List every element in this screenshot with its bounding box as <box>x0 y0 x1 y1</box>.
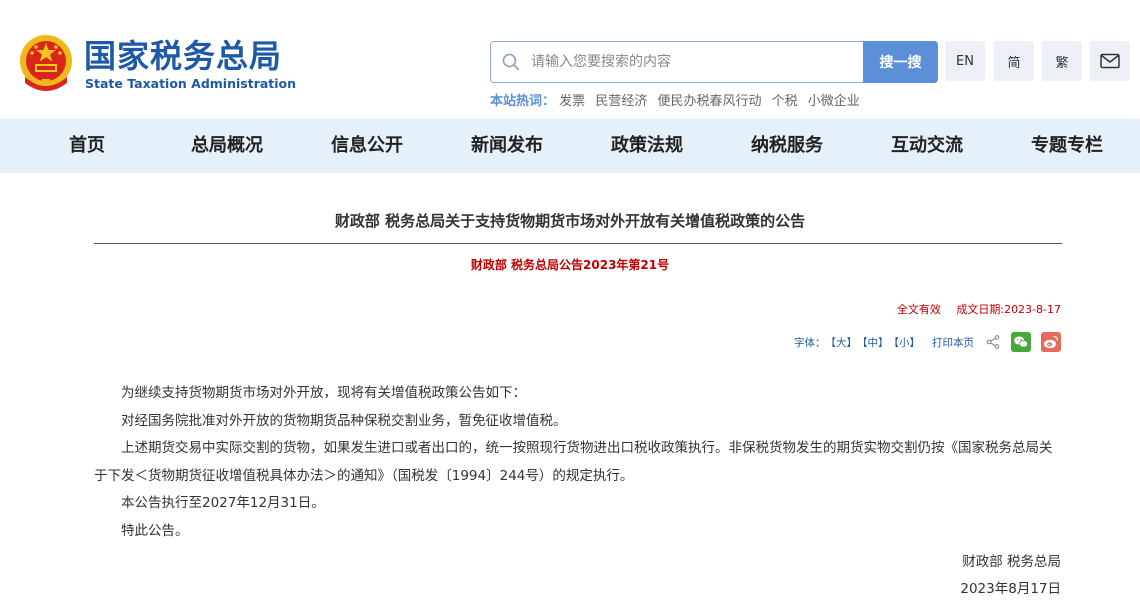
wechat-icon[interactable] <box>1011 332 1031 352</box>
share-icon[interactable] <box>986 335 1000 349</box>
language-simplified-button[interactable]: 简 <box>994 41 1034 81</box>
mail-button[interactable] <box>1090 41 1130 81</box>
hot-word-small-enterprise[interactable]: 小微企业 <box>808 94 860 109</box>
search-button[interactable]: 搜一搜 <box>863 41 938 83</box>
font-small-button[interactable]: 【小】 <box>889 335 921 350</box>
search-box: 搜一搜 <box>490 41 938 83</box>
hot-word-individual-tax[interactable]: 个税 <box>772 94 798 109</box>
nav-item-tax-service[interactable]: 纳税服务 <box>751 119 823 173</box>
written-date: 成文日期:2023-8-17 <box>956 303 1061 316</box>
main-nav: 首页 总局概况 信息公开 新闻发布 政策法规 纳税服务 互动交流 专题专栏 <box>0 119 1140 173</box>
national-emblem-icon[interactable] <box>17 33 75 93</box>
paragraph: 为继续支持货物期货市场对外开放，现将有关增值税政策公告如下： <box>121 385 526 401</box>
title-divider <box>94 243 1062 244</box>
language-traditional-button[interactable]: 繁 <box>1042 41 1082 81</box>
site-logo-title[interactable]: 国家税务总局 <box>84 36 282 76</box>
paragraph: 对经国务院批准对外开放的货物期货品种保税交割业务，暂免征收增值税。 <box>121 412 567 429</box>
print-button[interactable]: 打印本页 <box>932 335 974 350</box>
signature-date: 2023年8月17日 <box>960 581 1061 597</box>
hot-words: 本站热词： 发票 民营经济 便民办税春风行动 个税 小微企业 <box>490 93 866 111</box>
nav-item-news[interactable]: 新闻发布 <box>471 119 543 173</box>
font-medium-button[interactable]: 【中】 <box>857 335 889 350</box>
font-large-button[interactable]: 【大】 <box>826 335 858 350</box>
article-tools: 字体： 【大】 【中】 【小】 打印本页 <box>794 331 1061 353</box>
article-body: 为继续支持货物期货市场对外开放，现将有关增值税政策公告如下： 对经国务院批准对外… <box>94 380 1062 545</box>
nav-item-policy[interactable]: 政策法规 <box>611 119 683 173</box>
weibo-icon[interactable] <box>1041 332 1061 352</box>
nav-item-info-disclosure[interactable]: 信息公开 <box>331 119 403 173</box>
hot-word-spring-breeze[interactable]: 便民办税春风行动 <box>657 94 761 109</box>
paragraph: 特此公告。 <box>121 522 189 539</box>
hot-word-invoice[interactable]: 发票 <box>559 94 585 109</box>
nav-item-overview[interactable]: 总局概况 <box>191 119 263 173</box>
site-logo-subtitle[interactable]: State Taxation Administration <box>85 76 296 92</box>
validity-status: 全文有效 <box>896 303 941 316</box>
font-size-label: 字体： <box>794 336 826 349</box>
hot-words-label: 本站热词： <box>490 94 556 109</box>
article-meta: 全文有效 成文日期:2023-8-17 <box>885 302 1061 318</box>
search-input[interactable] <box>531 48 851 76</box>
hot-word-private-economy[interactable]: 民营经济 <box>595 94 647 109</box>
language-en-button[interactable]: EN <box>945 41 985 81</box>
site-header: 国家税务总局 State Taxation Administration 搜一搜… <box>0 0 1140 119</box>
signature-issuer: 财政部 税务总局 <box>962 554 1061 570</box>
paragraph: 上述期货交易中实际交割的货物，如果发生进口或者出口的，统一按照现行货物进出口税收… <box>94 440 1053 484</box>
mail-icon <box>1100 53 1120 69</box>
nav-item-interaction[interactable]: 互动交流 <box>891 119 963 173</box>
nav-item-special-topics[interactable]: 专题专栏 <box>1031 119 1103 173</box>
paragraph: 本公告执行至2027年12月31日。 <box>121 495 325 511</box>
document-number: 财政部 税务总局公告2023年第21号 <box>470 258 670 272</box>
nav-item-home[interactable]: 首页 <box>69 119 105 173</box>
article-title: 财政部 税务总局关于支持货物期货市场对外开放有关增值税政策的公告 <box>334 212 806 230</box>
search-icon <box>502 53 520 71</box>
